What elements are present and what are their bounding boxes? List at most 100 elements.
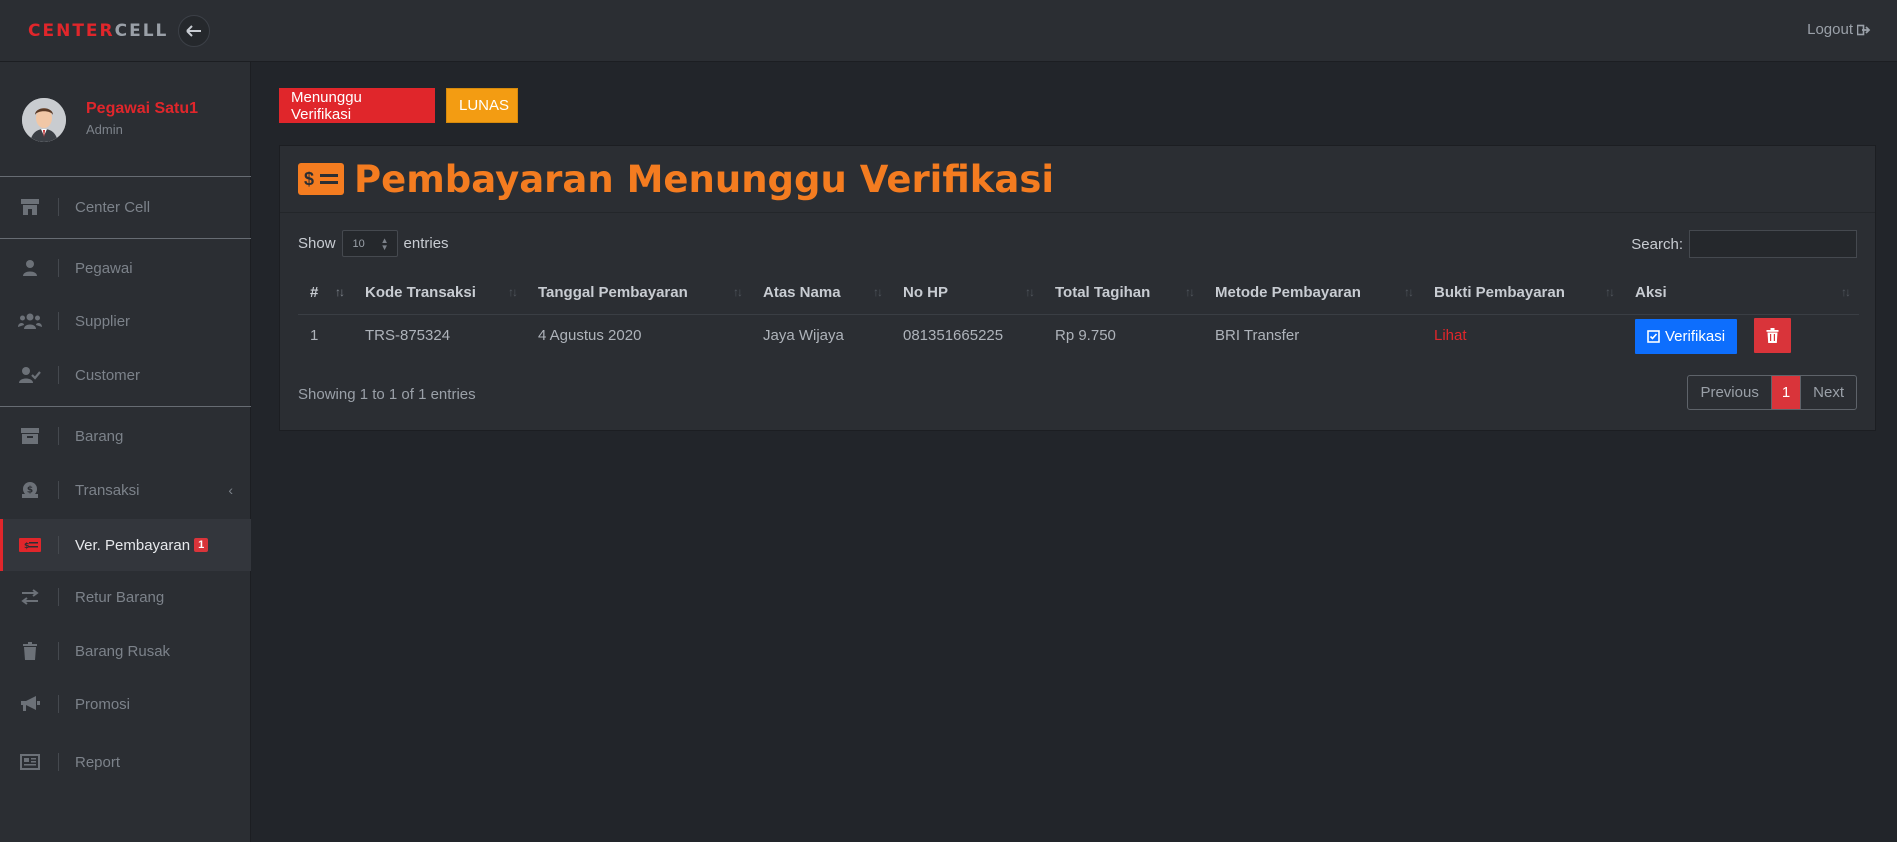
- logout-label: Logout: [1807, 21, 1853, 38]
- brand-logo[interactable]: CENTERCELL: [28, 21, 168, 41]
- sidebar-item-promosi[interactable]: Promosi: [0, 678, 251, 730]
- svg-text:$: $: [27, 486, 33, 496]
- column-header[interactable]: Total Tagihan ↑↓: [1043, 272, 1203, 315]
- sidebar-item-label: Ver. Pembayaran: [75, 536, 191, 554]
- previous-page-button[interactable]: Previous: [1688, 376, 1772, 409]
- column-header[interactable]: No HP ↑↓: [891, 272, 1043, 315]
- sidebar-item-retur-barang[interactable]: Retur Barang: [0, 571, 251, 623]
- brand-part-1: CENTER: [28, 21, 115, 41]
- sidebar-item-label: Promosi: [75, 695, 131, 713]
- entries-label: entries: [403, 235, 449, 252]
- entries-value: 10: [352, 237, 365, 250]
- sidebar-item-label: Supplier: [75, 312, 131, 330]
- money-bag-icon: $: [16, 480, 44, 500]
- sidebar-item-center-cell[interactable]: Center Cell: [0, 181, 251, 233]
- verify-label: Verifikasi: [1665, 327, 1726, 345]
- cell-metode: BRI Transfer: [1215, 327, 1300, 345]
- sidebar-item-label: Barang: [75, 427, 124, 445]
- sidebar-item-label: Retur Barang: [75, 588, 165, 606]
- divider: [0, 406, 251, 407]
- entries-length-control: Show 10 ▲ ▼ entries: [298, 230, 449, 257]
- sidebar-item-label: Barang Rusak: [75, 642, 171, 660]
- payment-card: $ Pembayaran Menunggu Verifikasi Show 10…: [279, 145, 1876, 431]
- sidebar-item-label: Pegawai: [75, 259, 133, 277]
- sidebar: Pegawai Satu1 Admin Center Cell Pegawai …: [0, 62, 251, 842]
- sort-icon: ↑↓: [508, 285, 518, 299]
- show-label: Show: [298, 235, 336, 252]
- sort-icon: ↑↓: [1841, 285, 1851, 299]
- column-header[interactable]: Tanggal Pembayaran ↑↓: [526, 272, 751, 315]
- card-header: $ Pembayaran Menunggu Verifikasi: [280, 146, 1875, 213]
- user-icon: [16, 258, 44, 278]
- sidebar-item-label: Center Cell: [75, 198, 151, 216]
- sidebar-item-ver-pembayaran[interactable]: $ Ver. Pembayaran 1: [0, 519, 251, 571]
- search-label: Search:: [1631, 235, 1683, 253]
- sidebar-toggle-button[interactable]: [178, 15, 210, 47]
- cell-total: Rp 9.750: [1055, 327, 1116, 345]
- user-profile: Pegawai Satu1 Admin: [0, 62, 251, 177]
- column-header[interactable]: # ↑↓: [298, 272, 353, 315]
- entries-select[interactable]: 10 ▲ ▼: [341, 230, 398, 257]
- sort-icon: ↑↓: [1605, 285, 1615, 299]
- table-search: Search:: [1631, 230, 1857, 258]
- tab-lunas[interactable]: LUNAS: [446, 88, 518, 123]
- brand-part-2: CELL: [114, 21, 169, 41]
- cell-tanggal: 4 Agustus 2020: [538, 327, 642, 345]
- cell-atas-nama: Jaya Wijaya: [763, 327, 844, 345]
- sidebar-item-customer[interactable]: Customer: [0, 349, 251, 401]
- cell-bukti: Lihat: [1422, 314, 1623, 357]
- exchange-icon: [16, 587, 44, 607]
- megaphone-icon: [16, 694, 44, 714]
- profile-name: Pegawai Satu1: [86, 100, 199, 117]
- sidebar-item-label: Transaksi: [75, 481, 140, 499]
- store-icon: [16, 197, 44, 217]
- delete-button[interactable]: [1754, 317, 1792, 353]
- lihat-link[interactable]: Lihat: [1434, 327, 1467, 344]
- sort-icon: ↑↓: [1025, 285, 1035, 299]
- sidebar-item-barang-rusak[interactable]: Barang Rusak: [0, 625, 251, 677]
- sidebar-item-transaksi[interactable]: $ Transaksi ‹: [0, 464, 251, 516]
- archive-icon: [16, 426, 44, 446]
- sidebar-item-label: Report: [75, 753, 121, 771]
- divider: [0, 238, 251, 239]
- money-bill-icon: $: [298, 163, 344, 195]
- column-header[interactable]: Atas Nama ↑↓: [751, 272, 891, 315]
- verify-button[interactable]: Verifikasi: [1635, 318, 1738, 354]
- page-1-button[interactable]: 1: [1771, 376, 1801, 409]
- users-icon: [16, 311, 44, 331]
- sort-icon: ↑↓: [733, 285, 743, 299]
- sort-icon: ↑↓: [1404, 285, 1414, 299]
- avatar: [22, 98, 66, 142]
- top-bar: CENTERCELL Logout: [0, 0, 1897, 62]
- payments-table: # ↑↓ Kode Transaksi ↑↓ Tanggal Pembayaran ↑…: [298, 272, 1859, 357]
- chevron-left-icon: ‹: [228, 482, 233, 498]
- cell-no-hp: 081351665225: [903, 327, 1004, 345]
- column-header[interactable]: Aksi ↑↓: [1623, 272, 1859, 315]
- tab-menunggu-verifikasi[interactable]: Menunggu Verifikasi: [279, 88, 435, 123]
- search-input[interactable]: [1689, 230, 1857, 258]
- table-info: Showing 1 to 1 of 1 entries: [298, 386, 476, 403]
- sidebar-item-report[interactable]: Report: [0, 736, 251, 788]
- user-check-icon: [16, 365, 44, 385]
- trash-icon: [1766, 327, 1779, 343]
- trash-icon: [16, 641, 44, 661]
- sidebar-item-pegawai[interactable]: Pegawai: [0, 242, 251, 294]
- next-page-button[interactable]: Next: [1800, 376, 1856, 409]
- pagination: Previous 1 Next: [1687, 375, 1857, 410]
- cell-no: 1: [310, 327, 319, 345]
- sidebar-item-label: Customer: [75, 366, 141, 384]
- sidebar-item-supplier[interactable]: Supplier: [0, 295, 251, 347]
- sign-out-icon: [1857, 24, 1871, 35]
- cell-kode-transaksi: TRS-875324: [365, 327, 451, 345]
- arrow-left-icon: [186, 25, 201, 37]
- logout-link[interactable]: Logout: [1807, 21, 1871, 38]
- column-header[interactable]: Bukti Pembayaran ↑↓: [1422, 272, 1623, 315]
- column-header[interactable]: Kode Transaksi ↑↓: [353, 272, 526, 315]
- cell-aksi: Verifikasi: [1623, 314, 1859, 357]
- sort-icon: ↑↓: [873, 285, 883, 299]
- sidebar-item-barang[interactable]: Barang: [0, 410, 251, 462]
- sort-icon: ↑↓: [1185, 285, 1195, 299]
- column-header[interactable]: Metode Pembayaran ↑↓: [1203, 272, 1422, 315]
- report-icon: [16, 752, 44, 772]
- sort-icon: ↑↓: [335, 285, 345, 299]
